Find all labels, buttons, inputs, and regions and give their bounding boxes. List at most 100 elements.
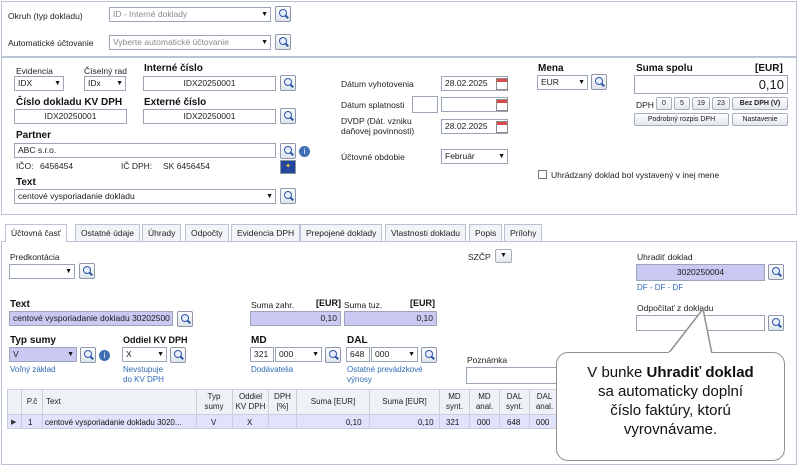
search-icon[interactable]: [280, 108, 296, 124]
typ-sumy-select[interactable]: V ▼: [9, 347, 77, 362]
md-synt-input[interactable]: 321: [250, 347, 274, 362]
tab-evidencia-dph[interactable]: Evidencia DPH: [231, 224, 301, 241]
tab-ostatne-udaje[interactable]: Ostatné údaje: [75, 224, 140, 241]
col-header-dph[interactable]: DPH [%]: [269, 392, 296, 412]
cell-suma-1[interactable]: 0,10: [346, 418, 362, 427]
search-icon[interactable]: [177, 311, 193, 327]
search-icon[interactable]: [768, 264, 784, 280]
mena-select[interactable]: EUR ▼: [537, 75, 588, 90]
predkontacia-select[interactable]: ▼: [9, 264, 75, 279]
chevron-down-icon: ▼: [157, 351, 164, 358]
text-select[interactable]: centové vysporiadanie dokladu ▼: [14, 189, 276, 204]
search-icon[interactable]: [80, 347, 96, 363]
oddiel-link-2[interactable]: do KV DPH: [123, 375, 164, 384]
dph-5-button[interactable]: 5: [674, 97, 690, 110]
interne-cislo-input[interactable]: IDX20250001: [143, 76, 276, 91]
search-icon[interactable]: [275, 34, 291, 50]
uhradit-doklad-input[interactable]: 3020250004: [636, 264, 765, 281]
md-link[interactable]: Dodávatelia: [251, 365, 293, 374]
splatnosti-days-input[interactable]: [412, 96, 438, 113]
dvdp-label: DVDP (Dát. vzniku daňovej povinnosti): [341, 116, 415, 136]
suma-tuz-input[interactable]: 0,10: [344, 311, 437, 326]
tab-prilohy[interactable]: Prílohy: [504, 224, 543, 241]
oddiel-select[interactable]: X ▼: [122, 347, 167, 362]
cell-oddiel[interactable]: X: [247, 418, 252, 427]
partner-label: Partner: [16, 130, 52, 141]
rozpis-dph-button[interactable]: Podrobný rozpis DPH: [634, 113, 729, 126]
poznamka-input[interactable]: [466, 367, 566, 384]
col-header-md-synt[interactable]: MD synt.: [440, 392, 469, 412]
tab-uctovna-cast[interactable]: Účtovná časť: [5, 224, 67, 242]
cell-dal-anal[interactable]: 000: [536, 418, 549, 427]
search-icon[interactable]: [591, 74, 607, 90]
tab-vlastnosti-dokladu[interactable]: Vlastnosti dokladu: [385, 224, 466, 241]
ciselny-rad-select[interactable]: IDx ▼: [84, 76, 126, 91]
calendar-icon[interactable]: [496, 78, 508, 90]
search-icon[interactable]: [275, 6, 291, 22]
md-anal-select[interactable]: 000 ▼: [275, 347, 322, 362]
obdobie-select[interactable]: Február ▼: [441, 149, 508, 164]
md-anal-value: 000: [279, 349, 294, 359]
nastavenie-button[interactable]: Nastavenie: [732, 113, 788, 126]
line-text-input[interactable]: centové vysporiadanie dokladu 30202500: [9, 311, 173, 326]
col-header-suma-2[interactable]: Suma [EUR]: [370, 397, 439, 407]
suma-zahr-input[interactable]: 0,10: [250, 311, 341, 326]
okruh-select[interactable]: ID - Interné doklady ▼: [109, 7, 271, 22]
col-header-dal-synt[interactable]: DAL synt.: [500, 392, 529, 412]
col-header-text[interactable]: Text: [46, 397, 86, 407]
search-icon[interactable]: [280, 188, 296, 204]
dph-0-button[interactable]: 0: [656, 97, 672, 110]
search-icon[interactable]: [79, 263, 95, 279]
search-icon[interactable]: [280, 75, 296, 91]
search-icon[interactable]: [421, 347, 437, 363]
oddiel-link-1[interactable]: Nevstupuje: [123, 365, 163, 374]
auto-select[interactable]: Vyberte automatické účtovanie ▼: [109, 35, 271, 50]
col-header-oddiel[interactable]: Oddiel KV DPH: [233, 392, 268, 412]
externe-cislo-input[interactable]: IDX20250001: [143, 109, 276, 124]
foreign-currency-checkbox[interactable]: [538, 170, 547, 179]
callout-text: V bunke: [587, 364, 647, 381]
externe-cislo-label: Externé číslo: [144, 97, 207, 108]
calendar-icon[interactable]: [496, 121, 508, 133]
cell-md-synt[interactable]: 321: [446, 418, 459, 427]
eu-flag-icon[interactable]: ✦: [280, 160, 296, 174]
info-icon[interactable]: i: [99, 350, 110, 361]
cell-dal-synt[interactable]: 648: [507, 418, 520, 427]
cislo-kv-label: Číslo dokladu KV DPH: [16, 97, 123, 108]
cislo-kv-input[interactable]: IDX20250001: [14, 109, 127, 124]
cell-md-anal[interactable]: 000: [477, 418, 490, 427]
col-header-suma-1[interactable]: Suma [EUR]: [297, 397, 369, 407]
cell-suma-2[interactable]: 0,10: [418, 418, 434, 427]
evidencia-select[interactable]: IDX ▼: [14, 76, 64, 91]
calendar-icon[interactable]: [496, 99, 508, 111]
tab-popis[interactable]: Popis: [469, 224, 503, 241]
col-header-md-anal[interactable]: MD anal.: [470, 392, 499, 412]
partner-input[interactable]: ABC s.r.o.: [14, 143, 276, 158]
info-icon[interactable]: i: [299, 146, 310, 157]
dal-link-1[interactable]: Ostatné prevádzkové: [347, 365, 423, 374]
tab-prepojene-doklady[interactable]: Prepojené doklady: [300, 224, 383, 241]
search-icon[interactable]: [280, 143, 296, 159]
search-icon[interactable]: [170, 347, 186, 363]
odpocitat-input[interactable]: [636, 315, 765, 331]
search-icon[interactable]: [325, 347, 341, 363]
typ-sumy-link[interactable]: Voľný základ: [10, 365, 55, 374]
dph-23-button[interactable]: 23: [712, 97, 730, 110]
cell-text[interactable]: centové vysporiadanie dokladu 3020...: [45, 418, 195, 427]
mena-value: EUR: [541, 77, 559, 87]
bez-dph-button[interactable]: Bez DPH (V): [732, 97, 788, 110]
uhradit-doklad-link[interactable]: DF - DF - DF: [637, 283, 683, 292]
tab-odpocty[interactable]: Odpočty: [185, 224, 229, 241]
dph-19-button[interactable]: 19: [692, 97, 710, 110]
cell-typ-sumy[interactable]: V: [211, 418, 216, 427]
col-header-typ-sumy[interactable]: Typ sumy: [197, 392, 231, 412]
dal-link-2[interactable]: výnosy: [347, 375, 372, 384]
dal-anal-select[interactable]: 000 ▼: [371, 347, 418, 362]
col-header-dal-anal[interactable]: DAL anal.: [530, 392, 559, 412]
col-header-pc[interactable]: P.č: [22, 397, 42, 407]
tab-uhrady[interactable]: Úhrady: [142, 224, 182, 241]
dal-synt-input[interactable]: 648: [346, 347, 370, 362]
cell-pc[interactable]: 1: [28, 418, 32, 427]
search-icon[interactable]: [768, 315, 784, 331]
szcp-dropdown-button[interactable]: ▼: [495, 249, 512, 263]
